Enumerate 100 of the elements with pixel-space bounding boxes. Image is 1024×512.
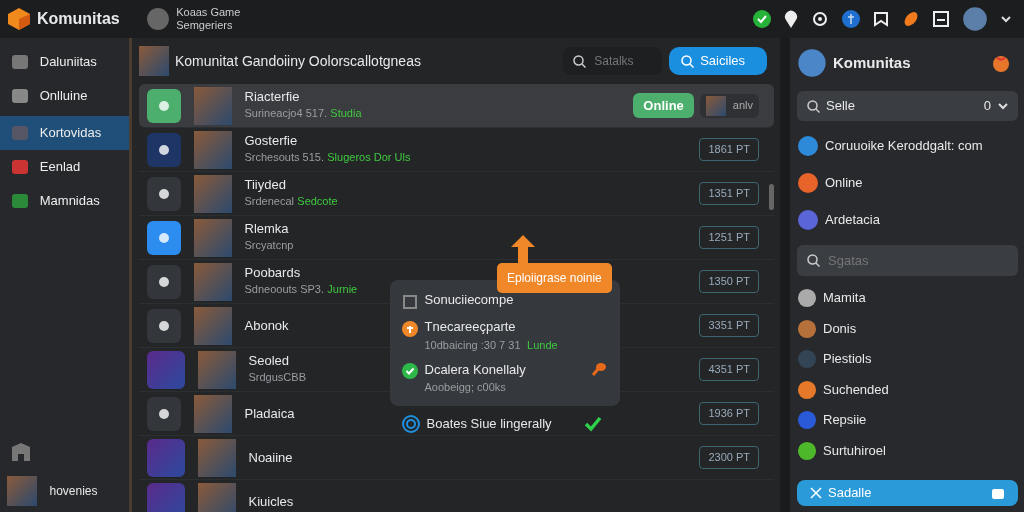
game-name: Seoled — [248, 353, 290, 370]
game-status: Jurnie — [327, 282, 358, 298]
filter-value: Selle — [826, 97, 855, 116]
settings-icon[interactable] — [811, 10, 829, 28]
chevron-icon — [997, 102, 1008, 110]
filter-select[interactable]: Selle 0 — [796, 91, 1018, 121]
window-icon[interactable] — [933, 11, 949, 27]
search-icon — [806, 99, 820, 113]
pumpkin-icon[interactable] — [991, 53, 1011, 73]
game-status: Slugeros Dor Uls — [327, 150, 411, 166]
points-label: 4351 PT — [699, 358, 759, 381]
photo-placeholder — [193, 218, 232, 257]
check-circle-icon — [402, 363, 418, 380]
friend-chip[interactable]: anlv — [700, 93, 759, 118]
points-label: 1350 PT — [699, 270, 759, 293]
game-photo-placeholder — [138, 46, 169, 76]
avatar-photo-placeholder — [6, 475, 37, 506]
friend-item[interactable]: Donis — [796, 313, 1018, 344]
points-label: 1351 PT — [699, 182, 759, 205]
emblem-icon — [796, 288, 817, 308]
photo-placeholder — [197, 350, 236, 389]
building-icon[interactable] — [9, 440, 32, 463]
friend-item[interactable]: Piestiols — [796, 343, 1018, 375]
search-input[interactable]: Satalks — [592, 51, 653, 71]
popup-item[interactable]: Sonuciiecompe — [402, 290, 608, 311]
friend-item[interactable]: Mamita — [796, 282, 1018, 314]
popup-item-title: Sonuciiecompe — [424, 291, 514, 309]
game-subtitle: SrdgusCBB — [248, 370, 306, 386]
photo-placeholder — [193, 394, 232, 433]
game-name: Noaiine — [248, 449, 293, 466]
game-row[interactable]: Rlemka Srcyatcnp 1251 PT — [138, 216, 774, 260]
bookmark-icon[interactable] — [873, 11, 889, 27]
game-subtitle: Sdneoouts SP3. — [244, 282, 324, 298]
panel-item[interactable]: Online — [796, 164, 1018, 202]
game-name: Riacterfie — [244, 89, 301, 106]
game-subtitle: Surineacjo4 517. — [244, 106, 328, 122]
search-icon — [680, 54, 694, 68]
sidebar-item[interactable]: Kortovidas — [0, 115, 129, 150]
friend-item[interactable]: Surtuhiroel — [796, 435, 1018, 466]
photo-placeholder — [197, 482, 236, 512]
game-row[interactable]: Noaiine 2300 PT — [138, 436, 774, 480]
target-icon — [402, 414, 420, 433]
emblem-icon — [796, 318, 817, 339]
photo-placeholder — [146, 482, 185, 512]
pin-icon[interactable] — [784, 10, 798, 28]
popup-item-subtitle: Aoobeigg; c00ks — [424, 380, 506, 395]
panel-item[interactable]: Ardetacia — [796, 201, 1018, 239]
photo-placeholder — [193, 86, 232, 125]
sidebar-item[interactable]: Daluniitas — [0, 44, 129, 79]
points-label: 1861 PT — [699, 138, 759, 161]
close-icon — [809, 486, 822, 499]
game-row[interactable]: Tiiyded Srdenecal Sedcote 1351 PT — [138, 172, 774, 216]
search-field[interactable]: Sgatas — [796, 244, 1018, 277]
photo-placeholder — [197, 438, 236, 477]
game-name: Poobards — [244, 265, 302, 282]
tooltip: Eploiigrase noinie — [497, 263, 612, 293]
points-label: 1251 PT — [699, 226, 759, 249]
game-status: Sedcote — [297, 194, 338, 210]
popup-item-title: Tnecareeçparte — [424, 318, 517, 336]
cross-circle-icon[interactable] — [842, 10, 860, 28]
avatar-icon — [796, 48, 827, 78]
emblem-icon — [796, 440, 817, 461]
panel-item[interactable]: Coruuoike Keroddgalt: com — [796, 127, 1018, 165]
game-subtitle: Semgeriers — [176, 19, 234, 32]
game-name: Pladaica — [244, 405, 295, 422]
sidebar-item[interactable]: Onlluine — [0, 78, 129, 113]
search-input[interactable]: Sgatas — [826, 249, 966, 272]
check-circle-icon[interactable] — [753, 10, 771, 28]
photo-placeholder — [193, 174, 232, 213]
cube-logo-icon — [6, 7, 31, 31]
game-name: Rlemka — [244, 221, 290, 238]
plus-circle-icon — [402, 320, 418, 337]
game-row[interactable]: Kiuicles — [138, 480, 774, 512]
emblem-icon — [796, 208, 819, 231]
note-text: Boates Siue lingerally — [426, 415, 552, 433]
panel-title: Komunitas — [833, 52, 911, 73]
community-title: Komunitat Gandoiiny Oolorscallotgneas — [175, 51, 421, 71]
scrollbar[interactable] — [768, 184, 774, 210]
photo-placeholder — [193, 262, 232, 301]
game-row[interactable]: Gosterfie Srchesouts 515. Slugeros Dor Uls 1861 PT — [138, 128, 774, 172]
game-subtitle: Srdenecal — [244, 194, 295, 210]
emblem-icon — [796, 410, 817, 430]
points-label: 1936 PT — [699, 402, 759, 425]
search-field[interactable]: Satalks — [562, 47, 663, 75]
points-label: 3351 PT — [699, 314, 759, 337]
friend-item[interactable]: Repsiie — [796, 404, 1018, 436]
chevron-icon[interactable] — [1001, 15, 1011, 23]
friend-item[interactable]: Suchended — [796, 374, 1018, 405]
sidebar-item[interactable]: Mamnidas — [0, 183, 129, 218]
user-name: hovenies — [49, 482, 98, 500]
emblem-icon — [796, 171, 819, 194]
game-row[interactable]: Riacterfie Surineacjo4 517. Studia Online anlv — [138, 84, 774, 128]
game-name: Abonok — [244, 317, 289, 334]
app-name: Komunitas — [37, 9, 120, 29]
game-title: Koaas Game — [176, 6, 241, 19]
game-status: Studia — [330, 106, 362, 122]
photo-placeholder — [146, 350, 185, 389]
sidebar-item[interactable]: Eenlad — [0, 149, 129, 184]
game-name: Kiuicles — [248, 493, 294, 510]
search-icon — [572, 54, 586, 68]
